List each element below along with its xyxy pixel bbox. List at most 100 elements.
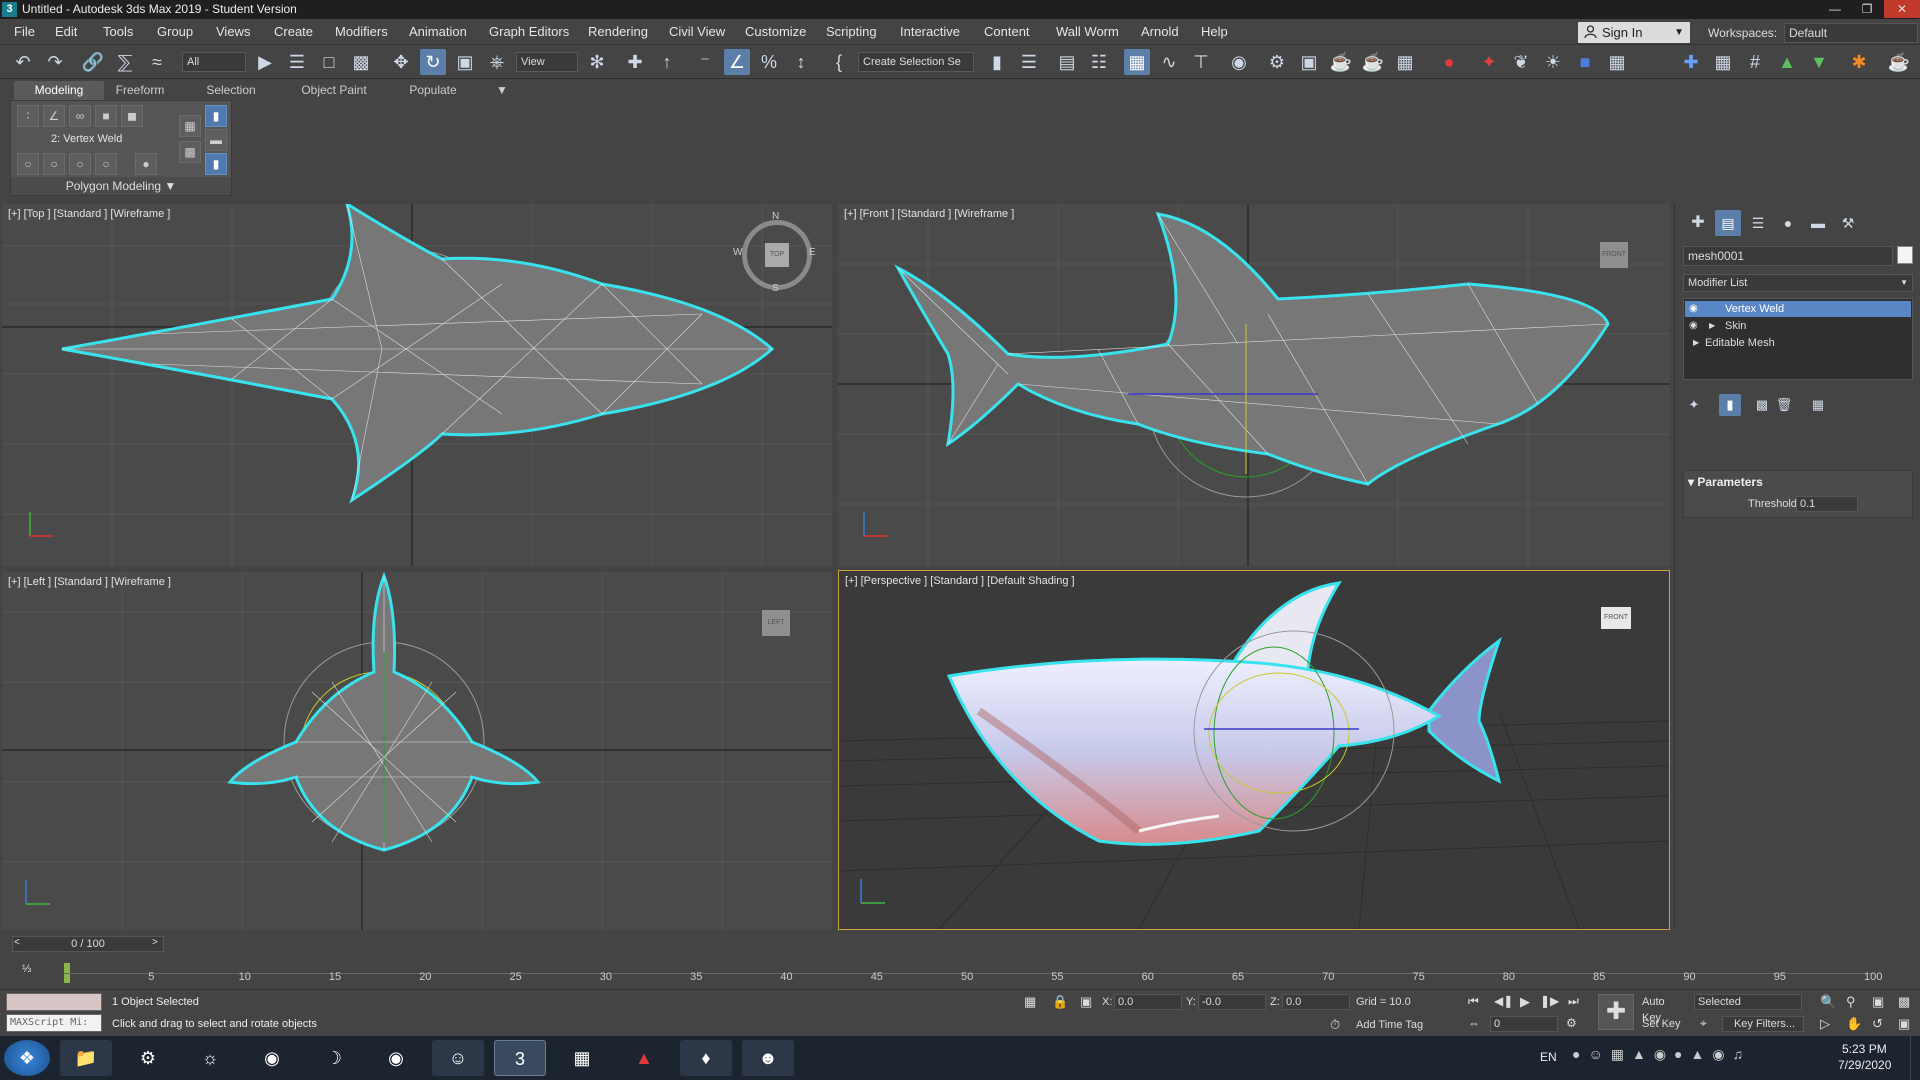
viewport-left-label[interactable]: [+] [Left ] [Standard ] [Wireframe ]: [8, 576, 171, 588]
redo-icon[interactable]: ↷: [42, 49, 68, 75]
place-icon[interactable]: ⎈: [484, 49, 510, 75]
menu-graph-editors[interactable]: Graph Editors: [489, 24, 569, 39]
view-cube-top[interactable]: TOP: [765, 243, 789, 267]
motion-tab-icon[interactable]: ●: [1775, 210, 1801, 236]
select-manipulate-icon[interactable]: ✚: [622, 49, 648, 75]
pin-down-icon[interactable]: ▼: [1806, 49, 1832, 75]
window-crossing-icon[interactable]: ▩: [348, 49, 374, 75]
eye-icon[interactable]: ◉: [1689, 301, 1698, 317]
toggle-ribbon-icon[interactable]: ☷: [1086, 49, 1112, 75]
selection-lock-icon[interactable]: 🔒: [1052, 994, 1068, 1010]
show-end-result-icon[interactable]: ○: [69, 153, 91, 175]
named-selection-select[interactable]: Create Selection Se: [858, 52, 974, 72]
render-setup-icon[interactable]: ⚙: [1264, 49, 1290, 75]
set-keys-icon[interactable]: ✚: [1598, 994, 1634, 1030]
percent-snap-icon[interactable]: %: [756, 49, 782, 75]
create-tab-icon[interactable]: ✚: [1685, 210, 1711, 236]
angle-snap-icon[interactable]: ∠: [724, 49, 750, 75]
hash-icon[interactable]: #: [1742, 49, 1768, 75]
teapot-icon[interactable]: ☕: [1886, 49, 1912, 75]
menu-customize[interactable]: Customize: [745, 24, 806, 39]
menu-content[interactable]: Content: [984, 24, 1030, 39]
time-prev-icon[interactable]: <: [14, 937, 20, 948]
taskbar-chrome-icon[interactable]: ◉: [370, 1040, 422, 1076]
taskbar-norton-icon[interactable]: ◉: [246, 1040, 298, 1076]
render-iterative-icon[interactable]: ☕: [1360, 49, 1386, 75]
undo-icon[interactable]: ↶: [10, 49, 36, 75]
pan-icon[interactable]: ✋: [1846, 1016, 1862, 1032]
polygon-mode-icon[interactable]: ■: [95, 105, 117, 127]
taskbar-ubisoft-icon[interactable]: ☼: [184, 1040, 236, 1076]
zoom-extents-icon[interactable]: ▣: [1872, 994, 1884, 1010]
modifier-list-select[interactable]: Modifier List ▼: [1683, 274, 1913, 292]
minimize-button[interactable]: —: [1820, 0, 1850, 18]
time-next-icon[interactable]: >: [152, 937, 158, 948]
rendered-frame-icon[interactable]: ▣: [1296, 49, 1322, 75]
key-filters-icon[interactable]: ⌖: [1700, 1016, 1707, 1031]
add-icon[interactable]: ✚: [1678, 49, 1704, 75]
hierarchy-tab-icon[interactable]: ☰: [1745, 210, 1771, 236]
rotate-icon[interactable]: ↻: [420, 49, 446, 75]
zoom-extents-all-icon[interactable]: ▩: [1898, 994, 1910, 1010]
menu-help[interactable]: Help: [1201, 24, 1228, 39]
reference-coordinate-select[interactable]: View: [516, 52, 578, 72]
time-tag-icon[interactable]: ⏱: [1330, 1017, 1340, 1033]
maximize-button[interactable]: ❐: [1852, 0, 1882, 18]
move-icon[interactable]: ✥: [388, 49, 414, 75]
polygon-modeling-dropdown[interactable]: Polygon Modeling ▼: [11, 177, 231, 195]
menu-create[interactable]: Create: [274, 24, 313, 39]
mirror-icon[interactable]: ▮: [984, 49, 1010, 75]
modify-mode-icon[interactable]: ▬: [205, 129, 227, 151]
viewport-perspective-label[interactable]: [+] [Perspective ] [Standard ] [Default …: [845, 575, 1075, 587]
tab-object-paint[interactable]: Object Paint: [290, 81, 378, 100]
add-time-tag-button[interactable]: Add Time Tag: [1356, 1019, 1423, 1031]
menu-arnold[interactable]: Arnold: [1141, 24, 1179, 39]
show-desktop-button[interactable]: [1910, 1036, 1920, 1080]
edit-named-selection-icon[interactable]: {: [826, 49, 852, 75]
menu-views[interactable]: Views: [216, 24, 250, 39]
go-to-end-icon[interactable]: ⏭: [1568, 994, 1579, 1009]
menu-tools[interactable]: Tools: [103, 24, 133, 39]
track-bar[interactable]: ⅓ 5 10 15 20 25 30 35 40 45 50 55 60 65 70 75 80 85 90 95 1…: [0, 955, 1920, 989]
key-mode-select[interactable]: Selected: [1694, 994, 1802, 1010]
select-object-icon[interactable]: ▶: [252, 49, 278, 75]
menu-group[interactable]: Group: [157, 24, 193, 39]
y-coordinate-field[interactable]: -0.0: [1198, 994, 1266, 1010]
play-icon[interactable]: ▶: [1520, 994, 1530, 1010]
taskbar-gimp-icon[interactable]: ☻: [742, 1040, 794, 1076]
time-config-icon[interactable]: ⚙: [1566, 1016, 1577, 1030]
display-tab-icon[interactable]: ▬: [1805, 210, 1831, 236]
pivot-center-icon[interactable]: ✻: [584, 49, 610, 75]
sign-in-button[interactable]: Sign In ▼: [1578, 22, 1690, 43]
configure-sets-icon[interactable]: ▦: [1807, 394, 1829, 416]
taskbar-3dsmax-icon[interactable]: 3: [494, 1040, 546, 1076]
expand-triangle-icon[interactable]: ▶: [1693, 335, 1699, 351]
menu-modifiers[interactable]: Modifiers: [335, 24, 388, 39]
z-coordinate-field[interactable]: 0.0: [1282, 994, 1350, 1010]
unlink-icon[interactable]: ⅀: [112, 49, 138, 75]
object-name-field[interactable]: mesh0001: [1683, 246, 1893, 266]
viewport-front[interactable]: [+] [Front ] [Standard ] [Wireframe ] FR…: [838, 204, 1670, 566]
render-production-icon[interactable]: ☕: [1328, 49, 1354, 75]
modify-tab-icon[interactable]: ▤: [1715, 210, 1741, 236]
x-coordinate-field[interactable]: 0.0: [1114, 994, 1182, 1010]
tab-selection[interactable]: Selection: [196, 81, 266, 100]
keyboard-shortcut-icon[interactable]: ↑: [654, 49, 680, 75]
spinner-snap-icon[interactable]: ↕: [788, 49, 814, 75]
edge-mode-icon[interactable]: ∠: [43, 105, 65, 127]
view-compass[interactable]: TOP N S E W: [733, 211, 816, 294]
close-button[interactable]: ✕: [1884, 0, 1920, 18]
pin-stack-icon[interactable]: ✦: [1683, 394, 1705, 416]
menu-civil-view[interactable]: Civil View: [669, 24, 725, 39]
maximize-viewport-icon[interactable]: ▣: [1898, 1016, 1910, 1032]
align-icon[interactable]: ☰: [1016, 49, 1042, 75]
viewport-top[interactable]: [+] [Top ] [Standard ] [Wireframe ] TOP …: [2, 204, 832, 566]
arnold-icon[interactable]: ✦: [1476, 49, 1502, 75]
menu-wall-worm[interactable]: Wall Worm: [1056, 24, 1119, 39]
start-button[interactable]: ❖: [4, 1040, 50, 1076]
layer-explorer-icon[interactable]: ▤: [1054, 49, 1080, 75]
taskbar-discord-icon[interactable]: ☺: [432, 1040, 484, 1076]
listener-mini-icon[interactable]: [6, 993, 102, 1011]
preserve-uvs-icon[interactable]: ▦: [179, 115, 201, 137]
auto-key-button[interactable]: Auto Key: [1642, 994, 1686, 1024]
